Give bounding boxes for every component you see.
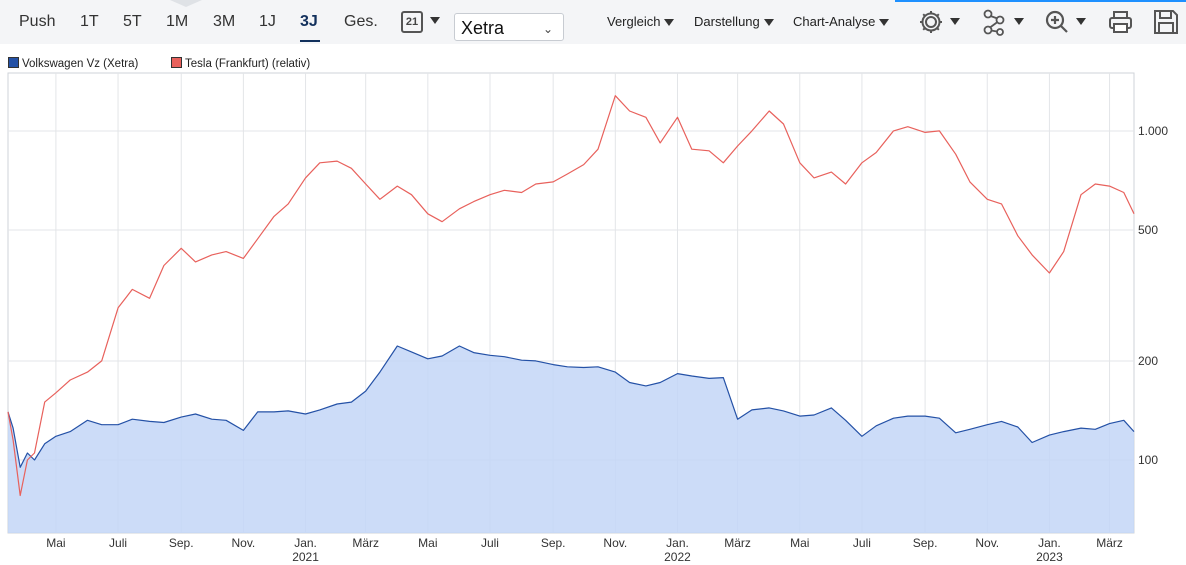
- x-tick-label: Mai: [790, 536, 809, 550]
- range-1j[interactable]: 1J: [259, 13, 276, 31]
- indicators-icon[interactable]: [982, 8, 1028, 36]
- menu-vergleich-label: Vergleich: [607, 14, 661, 29]
- active-indicator-triangle: [170, 0, 202, 7]
- legend-item-tesla: Tesla (Frankfurt) (relativ): [171, 57, 310, 70]
- zoom-icon[interactable]: [1044, 8, 1090, 36]
- x-tick-year-label: 2023: [1036, 550, 1063, 564]
- x-tick-label: Jan.: [666, 536, 689, 550]
- x-tick-label: Juli: [853, 536, 871, 550]
- price-chart[interactable]: 1002005001.000Mai Juli Sep. Nov. Jan.2021Mär…: [0, 71, 1186, 565]
- y-tick-label: 100: [1138, 453, 1158, 467]
- settings-gear-icon[interactable]: [918, 8, 964, 36]
- legend-swatch-tesla: [171, 57, 182, 68]
- range-5t[interactable]: 5T: [123, 13, 142, 31]
- y-tick-label: 1.000: [1138, 124, 1168, 138]
- legend-item-volkswagen: Volkswagen Vz (Xetra): [8, 57, 138, 70]
- range-3m[interactable]: 3M: [213, 13, 235, 31]
- y-tick-label: 200: [1138, 354, 1158, 368]
- menu-chart-analyse[interactable]: Chart-Analyse: [793, 14, 890, 29]
- legend-swatch-volkswagen: [8, 57, 19, 68]
- x-tick-label: Nov.: [231, 536, 255, 550]
- range-ges[interactable]: Ges.: [344, 13, 378, 31]
- range-3j[interactable]: 3J: [300, 13, 318, 31]
- calendar-caret-icon[interactable]: [430, 17, 440, 24]
- active-range-underline: [300, 40, 320, 42]
- x-tick-label: Mai: [46, 536, 65, 550]
- x-tick-label: Sep.: [541, 536, 566, 550]
- range-1t[interactable]: 1T: [80, 13, 99, 31]
- menu-vergleich[interactable]: Vergleich: [607, 14, 675, 29]
- calendar-icon[interactable]: 21: [401, 11, 423, 33]
- x-tick-label: Nov.: [603, 536, 627, 550]
- menu-darstellung[interactable]: Darstellung: [694, 14, 774, 29]
- range-push[interactable]: Push: [19, 13, 55, 31]
- caret-down-icon: [763, 19, 774, 27]
- x-tick-year-label: 2022: [664, 550, 691, 564]
- x-tick-label: Jan.: [294, 536, 317, 550]
- exchange-select[interactable]: Xetra ⌄: [454, 13, 564, 41]
- caret-down-icon: [879, 19, 890, 27]
- menu-darstellung-label: Darstellung: [694, 14, 760, 29]
- range-1m[interactable]: 1M: [166, 13, 188, 31]
- toolbar-accent-line: [895, 0, 1186, 2]
- exchange-select-value: Xetra: [461, 18, 505, 38]
- x-tick-label: März: [1096, 536, 1123, 550]
- print-icon[interactable]: [1107, 8, 1135, 36]
- x-tick-label: Juli: [109, 536, 127, 550]
- chevron-down-icon: ⌄: [542, 22, 553, 36]
- legend-label-tesla: Tesla (Frankfurt) (relativ): [185, 58, 311, 70]
- y-tick-label: 500: [1138, 223, 1158, 237]
- calendar-day: 21: [405, 16, 419, 28]
- x-tick-label: Juli: [481, 536, 499, 550]
- x-tick-label: Mai: [418, 536, 437, 550]
- menu-chart-analyse-label: Chart-Analyse: [793, 14, 876, 29]
- x-tick-label: Sep.: [169, 536, 194, 550]
- x-tick-label: März: [352, 536, 379, 550]
- legend-label-volkswagen: Volkswagen Vz (Xetra): [22, 58, 139, 70]
- save-icon[interactable]: [1152, 8, 1180, 36]
- x-tick-label: Jan.: [1038, 536, 1061, 550]
- x-tick-label: Nov.: [975, 536, 999, 550]
- x-tick-label: Sep.: [913, 536, 938, 550]
- x-tick-label: März: [724, 536, 751, 550]
- caret-down-icon: [664, 19, 675, 27]
- x-tick-year-label: 2021: [292, 550, 319, 564]
